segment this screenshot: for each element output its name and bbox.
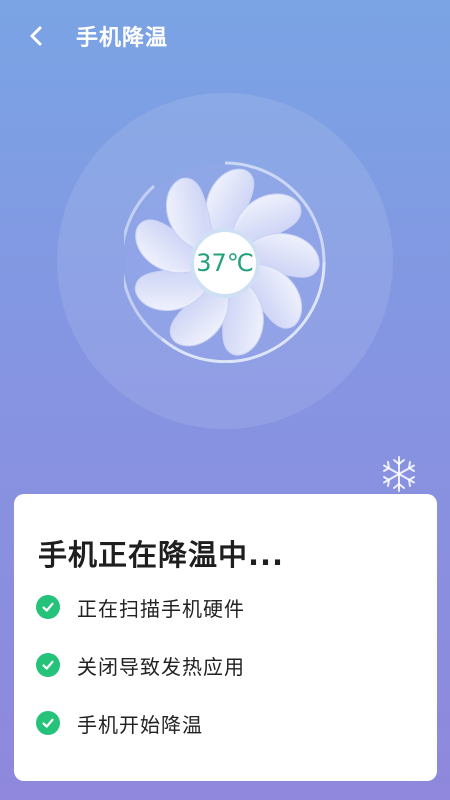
back-button[interactable] bbox=[14, 18, 58, 54]
step-label: 关闭导致发热应用 bbox=[77, 654, 245, 679]
step-label: 手机开始降温 bbox=[77, 712, 203, 737]
temperature-display: 37℃ bbox=[190, 228, 260, 298]
step-item: 正在扫描手机硬件 bbox=[36, 593, 245, 621]
step-label: 正在扫描手机硬件 bbox=[77, 596, 245, 621]
app-header: 手机降温 bbox=[0, 0, 450, 72]
check-circle-icon bbox=[36, 595, 60, 619]
chevron-left-icon bbox=[30, 26, 42, 46]
page-title: 手机降温 bbox=[76, 26, 169, 51]
snowflake-icon bbox=[380, 455, 418, 493]
check-circle-icon bbox=[36, 711, 60, 735]
check-circle-icon bbox=[36, 653, 60, 677]
cooling-status-title: 手机正在降温中... bbox=[38, 538, 285, 572]
step-item: 手机开始降温 bbox=[36, 709, 203, 737]
step-item: 关闭导致发热应用 bbox=[36, 651, 245, 679]
cooling-status-card: 手机正在降温中... 正在扫描手机硬件 关闭导致发热应用 手机开始降温 bbox=[14, 494, 437, 781]
